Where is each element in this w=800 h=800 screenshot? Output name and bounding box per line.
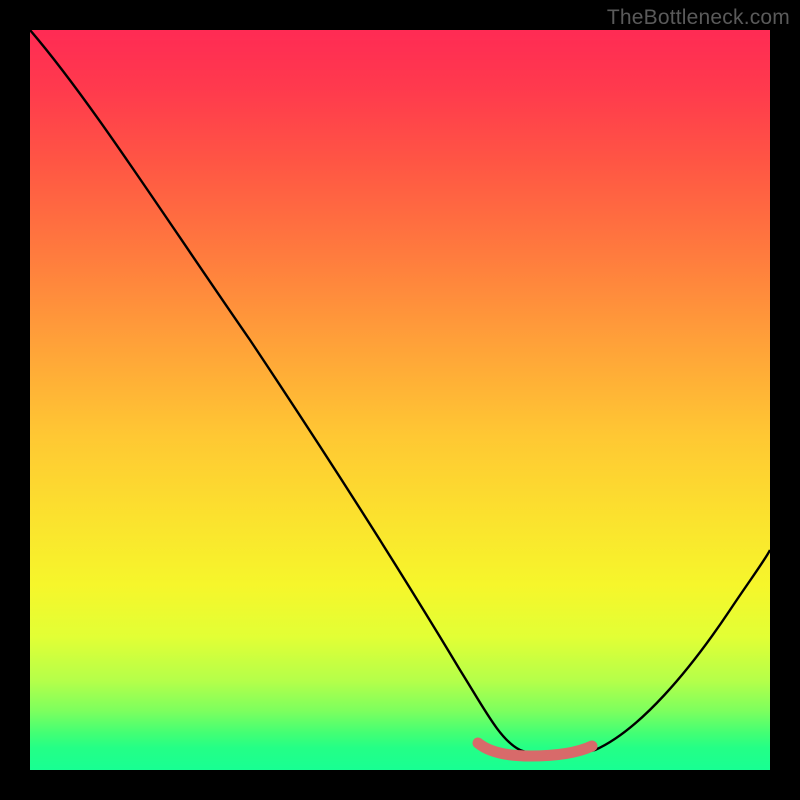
- watermark-text: TheBottleneck.com: [607, 6, 790, 30]
- chart-frame: TheBottleneck.com: [0, 0, 800, 800]
- bottleneck-curve: [30, 30, 770, 755]
- plot-area: [30, 30, 770, 770]
- optimal-marker: [478, 743, 592, 756]
- curve-layer: [30, 30, 770, 770]
